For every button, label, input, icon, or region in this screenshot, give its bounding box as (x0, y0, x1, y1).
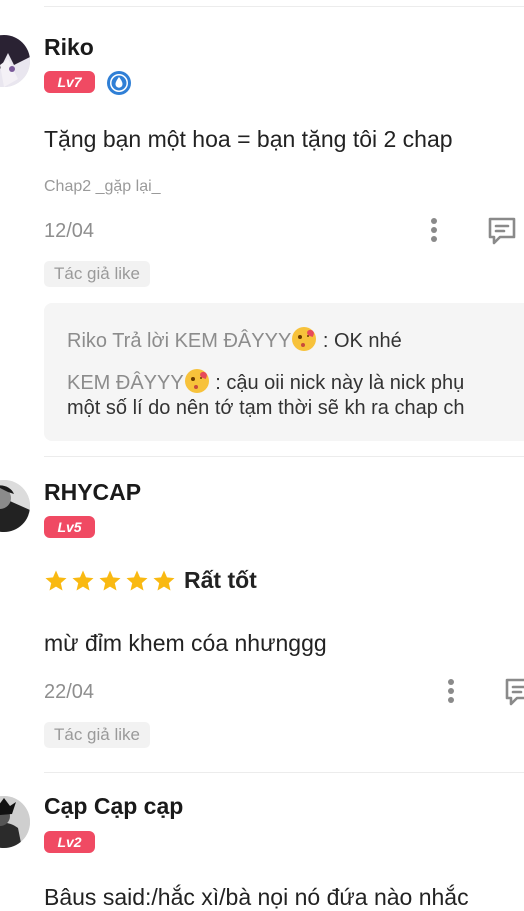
reply-item: KEM ĐÂYYY : cậu oii nick này là nick phụ (67, 369, 464, 395)
author-like-tag: Tác giả like (44, 722, 150, 748)
reply-item: Riko Trả lời KEM ĐÂYYY : OK nhé (67, 327, 402, 353)
reply-text: OK nhé (333, 330, 402, 352)
reply-comment-icon[interactable] (486, 214, 518, 246)
level-badge: Lv2 (44, 831, 95, 853)
star-icon (126, 570, 148, 591)
kiss-emoji-icon (292, 327, 317, 351)
kiss-emoji-icon (184, 369, 209, 393)
star-icon (72, 570, 94, 591)
rating-label: Rất tốt (184, 567, 257, 593)
more-options-icon[interactable] (441, 676, 461, 706)
level-badge: Lv5 (44, 516, 95, 538)
comment-text: mừ đỉm khem cóa nhưnggg (44, 630, 327, 656)
comment-item: Riko Lv7 Tặng bạn một hoa = bạn tặng tôi… (0, 0, 524, 456)
comment-text: Bâus said:/hắc xì/bà nọi nó đứa nào nhắc (44, 884, 469, 910)
comment-date: 12/04 (44, 220, 95, 242)
reply-text: cậu oii nick này là nick phụ (226, 372, 465, 394)
username[interactable]: RHYCAP (44, 479, 141, 506)
level-badge: Lv7 (44, 71, 95, 93)
water-drop-badge-icon (107, 71, 131, 95)
username[interactable]: Cạp Cạp cạp (44, 793, 183, 820)
username[interactable]: Riko (44, 34, 94, 61)
more-options-icon[interactable] (424, 215, 444, 245)
reply-author: Riko Trả lời KEM ĐÂYYY (67, 330, 292, 352)
star-icon (99, 570, 121, 591)
avatar[interactable] (0, 480, 30, 532)
comment-date: 22/04 (44, 681, 95, 703)
author-like-tag: Tác giả like (44, 261, 150, 287)
star-rating (44, 569, 179, 593)
reply-text-continued: một số lí do nên tớ tạm thời sẽ kh ra ch… (67, 397, 465, 419)
avatar[interactable] (0, 35, 30, 87)
reply-author: KEM ĐÂYYY (67, 372, 184, 394)
reply-box[interactable]: Riko Trả lời KEM ĐÂYYY : OK nhé KEM ĐÂYY… (44, 303, 524, 441)
chapter-link[interactable]: Chap2 _gặp lại_ (44, 178, 161, 196)
comment-item: RHYCAP Lv5 Rất tốt mừ đỉm khem cóa nhưng… (0, 456, 524, 772)
comment-text: Tặng bạn một hoa = bạn tặng tôi 2 chap (44, 126, 453, 152)
avatar[interactable] (0, 796, 30, 848)
star-icon (45, 570, 67, 591)
comment-item: Cạp Cạp cạp Lv2 Bâus said:/hắc xì/bà nọi… (0, 772, 524, 911)
star-icon (153, 570, 175, 591)
reply-comment-icon[interactable] (503, 675, 524, 707)
